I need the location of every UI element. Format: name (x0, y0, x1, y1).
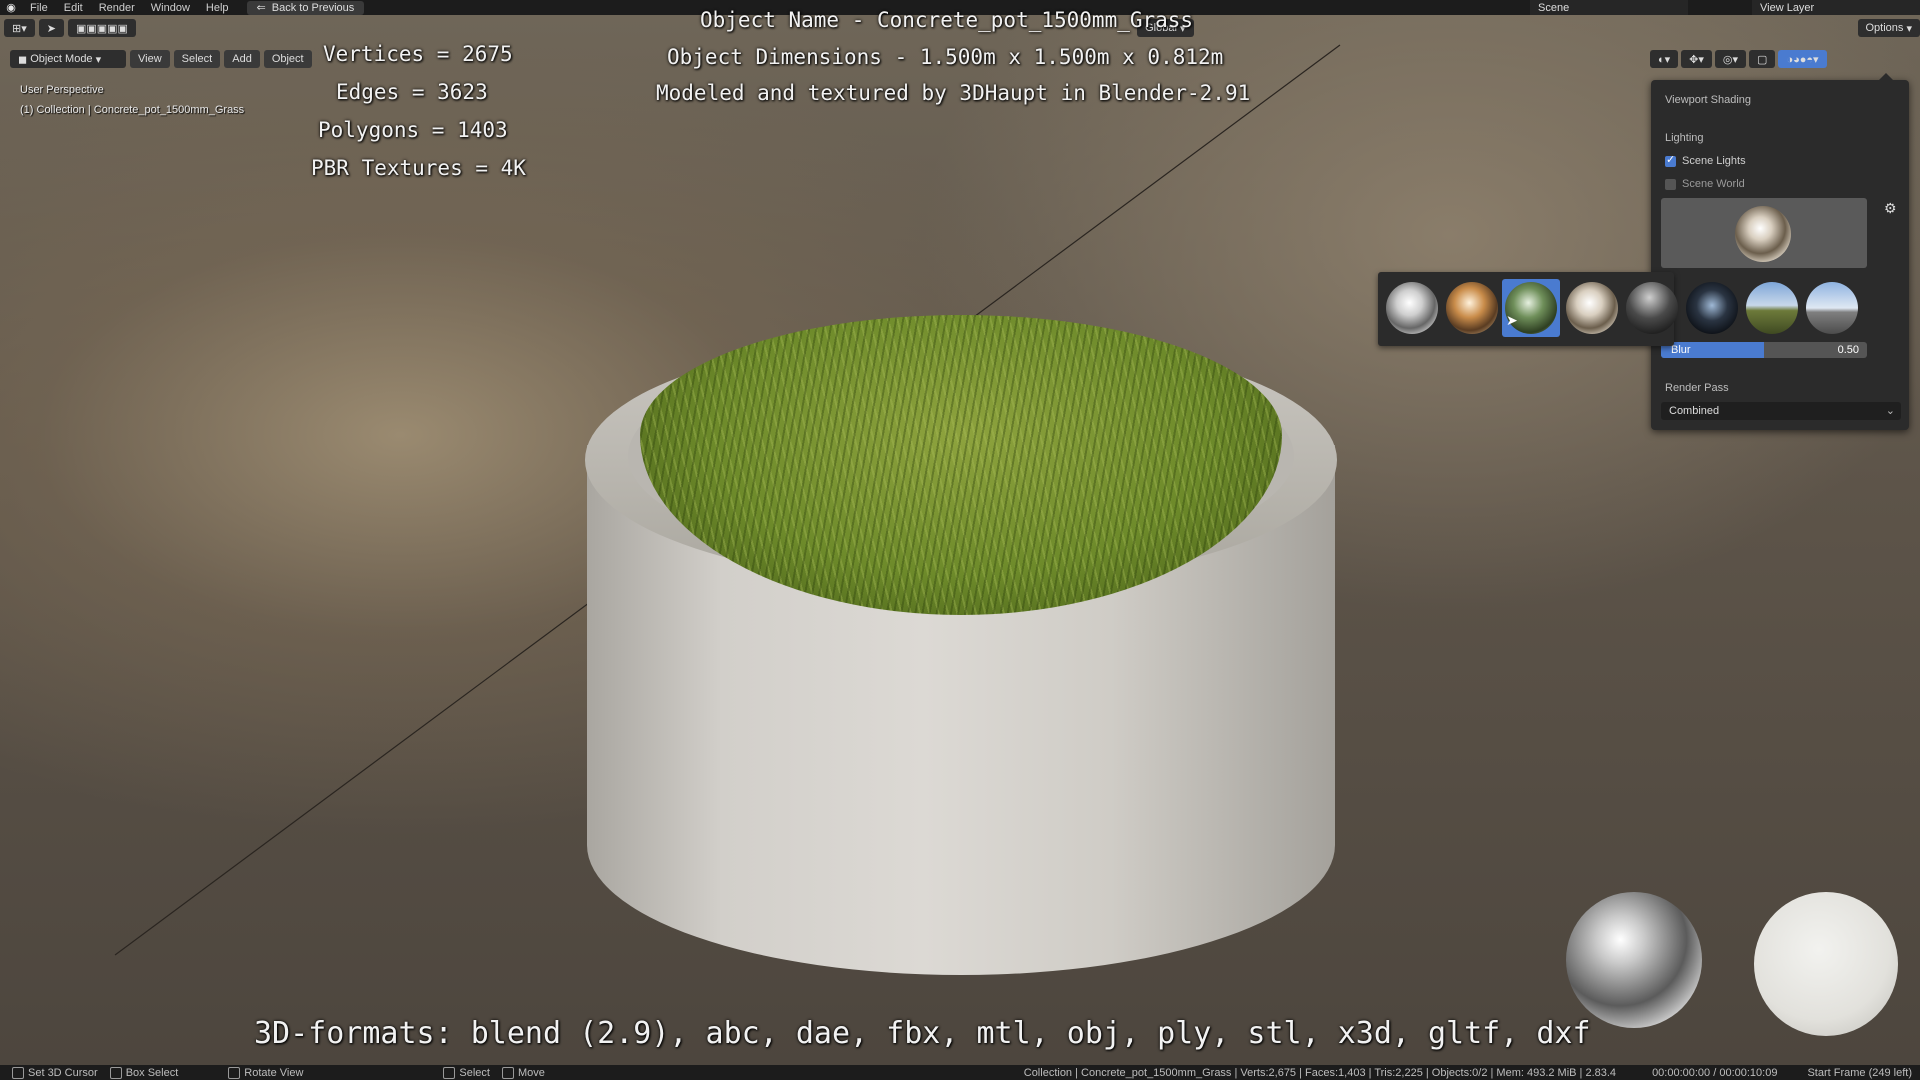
scene-lights-check-icon (1665, 153, 1676, 167)
hdri-thumb-4[interactable] (1566, 282, 1618, 334)
hdri-thumb-6[interactable] (1686, 282, 1738, 334)
hdri-thumb-8[interactable] (1806, 282, 1858, 334)
material-preview-icon[interactable]: ◑◕●◓▾ (1778, 50, 1827, 68)
render-pass-select[interactable]: Combined ⌄ (1661, 402, 1901, 420)
menu-select[interactable]: Select (173, 50, 221, 68)
scene-name: Scene (1538, 1, 1570, 14)
menu-window[interactable]: Window (143, 2, 198, 14)
back-to-previous-label: Back to Previous (271, 1, 355, 14)
status-bar: Set 3D Cursor Box Select Rotate View Sel… (0, 1065, 1920, 1080)
editor-type-button[interactable]: ⊞▾ (4, 19, 35, 37)
chevron-down-icon: ⌄ (1885, 405, 1895, 417)
menu-add[interactable]: Add (224, 50, 260, 68)
menu-edit[interactable]: Edit (56, 2, 91, 14)
hdri-thumb-7[interactable] (1746, 282, 1798, 334)
scene-lights-label: Scene Lights (1682, 155, 1746, 167)
lighting-label: Lighting (1665, 132, 1704, 144)
status-time: 00:00:00:00 / 00:00:10:09 (1652, 1066, 1778, 1079)
status-box-select: Box Select (125, 1066, 179, 1079)
scene-world-check-icon (1665, 178, 1676, 190)
mouse-cursor-icon: ➤ (1506, 312, 1518, 328)
3d-viewport[interactable] (0, 15, 1920, 1065)
menu-object[interactable]: Object (263, 50, 312, 68)
options-button[interactable]: Options ▾ (1857, 19, 1920, 37)
object-mode-icon: ◼ (18, 53, 31, 66)
popover-arrow (1879, 73, 1893, 80)
gizmo-icon[interactable]: ✥▾ (1681, 50, 1712, 68)
menu-render[interactable]: Render (91, 2, 143, 14)
mouse-left-drag-icon (109, 1066, 122, 1079)
blur-label: Blur (1671, 344, 1691, 356)
object-dimensions: Object Dimensions - 1.500m x 1.500m x 0.… (667, 45, 1224, 69)
mouse-right-icon (443, 1066, 456, 1079)
formats-caption: 3D-formats: blend (2.9), abc, dae, fbx, … (254, 1016, 1591, 1051)
scene-world-label: Scene World (1682, 178, 1745, 190)
hdri-thumb-2[interactable] (1446, 282, 1498, 334)
back-icon: ⇐ (256, 2, 266, 14)
hdri-picker: ➤ (1378, 272, 1858, 346)
view-layer-selector[interactable]: View Layer (1752, 0, 1920, 15)
blur-slider[interactable]: Blur 0.50 (1661, 342, 1867, 358)
collection-label: (1) Collection | Concrete_pot_1500mm_Gra… (20, 104, 245, 116)
diffuse-preview-sphere (1754, 892, 1898, 1036)
menu-help[interactable]: Help (198, 2, 237, 14)
render-pass-label: Render Pass (1665, 382, 1729, 394)
xray-icon[interactable]: ▢ (1749, 50, 1776, 68)
mouse-middle-icon (228, 1066, 241, 1079)
selection-mode-icons[interactable]: ▣▣▣▣▣ (67, 19, 136, 37)
menu-view[interactable]: View (130, 50, 170, 68)
shading-panel-title: Viewport Shading (1665, 94, 1752, 106)
stat-polygons: Polygons = 1403 (318, 118, 508, 142)
hdri-thumb-1[interactable] (1386, 282, 1438, 334)
object-mode-select[interactable]: ◼ Object Mode ▾ (10, 50, 126, 68)
select-tool-icon[interactable]: ➤ (38, 19, 64, 37)
status-set-cursor: Set 3D Cursor (28, 1066, 98, 1079)
overlay-icon[interactable]: ◎▾ (1714, 50, 1747, 68)
status-scene-info: Collection | Concrete_pot_1500mm_Grass |… (1023, 1066, 1617, 1079)
back-to-previous-button[interactable]: ⇐ Back to Previous (246, 0, 365, 15)
gear-icon[interactable]: ⚙ (1884, 200, 1897, 217)
view-layer-name: View Layer (1760, 1, 1815, 14)
scene-selector[interactable]: Scene (1530, 0, 1688, 15)
status-select: Select (459, 1066, 490, 1079)
mode-menu-row: ◼ Object Mode ▾ View Select Add Object (10, 50, 312, 68)
options-label: Options (1865, 22, 1904, 34)
stat-vertices: Vertices = 2675 (323, 42, 513, 66)
scene-world-checkbox[interactable]: Scene World (1665, 178, 1745, 190)
hdri-preview-sphere (1735, 206, 1791, 262)
mouse-left-icon (12, 1066, 24, 1079)
chrome-preview-sphere (1566, 892, 1702, 1028)
hdri-thumb-5[interactable] (1626, 282, 1678, 334)
blender-logo-icon[interactable]: ◉ (0, 1, 22, 14)
stat-textures: PBR Textures = 4K (311, 156, 526, 180)
hdri-preview-button[interactable] (1661, 198, 1867, 268)
scene-lights-checkbox[interactable]: Scene Lights (1665, 153, 1746, 167)
status-frame: Start Frame (249 left) (1807, 1066, 1912, 1079)
credits-line: Modeled and textured by 3DHaupt in Blend… (656, 81, 1251, 105)
object-name-title: Object Name - Concrete_pot_1500mm_Grass (700, 8, 1194, 32)
mouse-drag-icon (501, 1066, 514, 1079)
blur-value: 0.50 (1837, 344, 1859, 356)
viewport-shading-panel: Viewport Shading Lighting Scene Lights S… (1651, 73, 1909, 430)
stat-edges: Edges = 3623 (336, 80, 488, 104)
status-rotate-view: Rotate View (244, 1066, 304, 1079)
object-mode-label: Object Mode (30, 53, 93, 65)
shading-buttons: ◐▾ ✥▾ ◎▾ ▢ ◑◕●◓▾ (1650, 50, 1827, 68)
render-pass-value: Combined (1669, 405, 1720, 417)
perspective-label: User Perspective (20, 84, 104, 96)
menu-file[interactable]: File (22, 2, 56, 14)
status-move: Move (517, 1066, 545, 1079)
visibility-icon[interactable]: ◐▾ (1650, 50, 1679, 68)
